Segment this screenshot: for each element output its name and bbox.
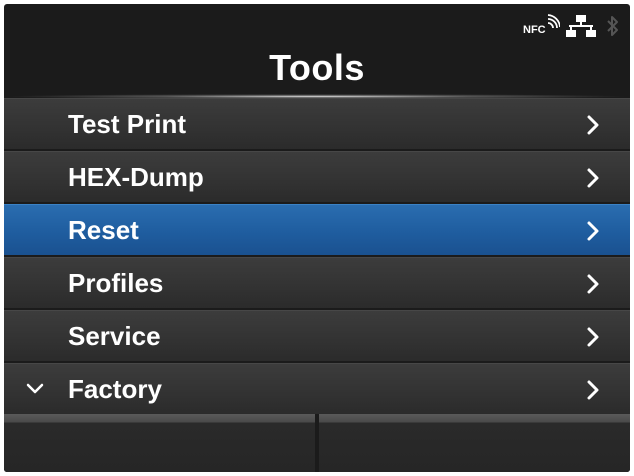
chevron-right-icon — [587, 274, 599, 294]
menu-item-factory[interactable]: Factory — [4, 363, 630, 414]
menu-item-service[interactable]: Service — [4, 310, 630, 361]
softkey-left[interactable] — [4, 414, 315, 472]
menu-item-hex-dump[interactable]: HEX-Dump — [4, 151, 630, 202]
chevron-right-icon — [587, 327, 599, 347]
menu-item-label: HEX-Dump — [68, 162, 204, 192]
chevron-right-icon — [587, 221, 599, 241]
menu-list: Test Print HEX-Dump Reset Profiles Servi… — [4, 98, 630, 416]
softkey-bar — [4, 414, 630, 472]
menu-item-profiles[interactable]: Profiles — [4, 257, 630, 308]
menu-item-label: Reset — [68, 215, 139, 245]
status-bar: NFC — [4, 4, 630, 44]
menu-item-test-print[interactable]: Test Print — [4, 98, 630, 149]
chevron-down-icon[interactable] — [26, 383, 44, 395]
page-title: Tools — [269, 47, 365, 88]
menu-item-label: Service — [68, 321, 161, 351]
chevron-right-icon — [587, 168, 599, 188]
menu-item-reset[interactable]: Reset — [4, 204, 630, 255]
bluetooth-icon — [607, 16, 618, 36]
network-icon — [566, 15, 596, 37]
chevron-right-icon — [587, 115, 599, 135]
nfc-icon: NFC — [523, 14, 560, 36]
menu-item-label: Test Print — [68, 109, 186, 139]
menu-item-label: Factory — [68, 374, 162, 404]
printer-display: NFC Tools Test Print HEX-Dump Reset Prof… — [4, 4, 630, 472]
nfc-icon-label: NFC — [523, 24, 546, 36]
menu-item-label: Profiles — [68, 268, 164, 298]
chevron-right-icon — [587, 380, 599, 400]
softkey-right[interactable] — [319, 414, 630, 472]
